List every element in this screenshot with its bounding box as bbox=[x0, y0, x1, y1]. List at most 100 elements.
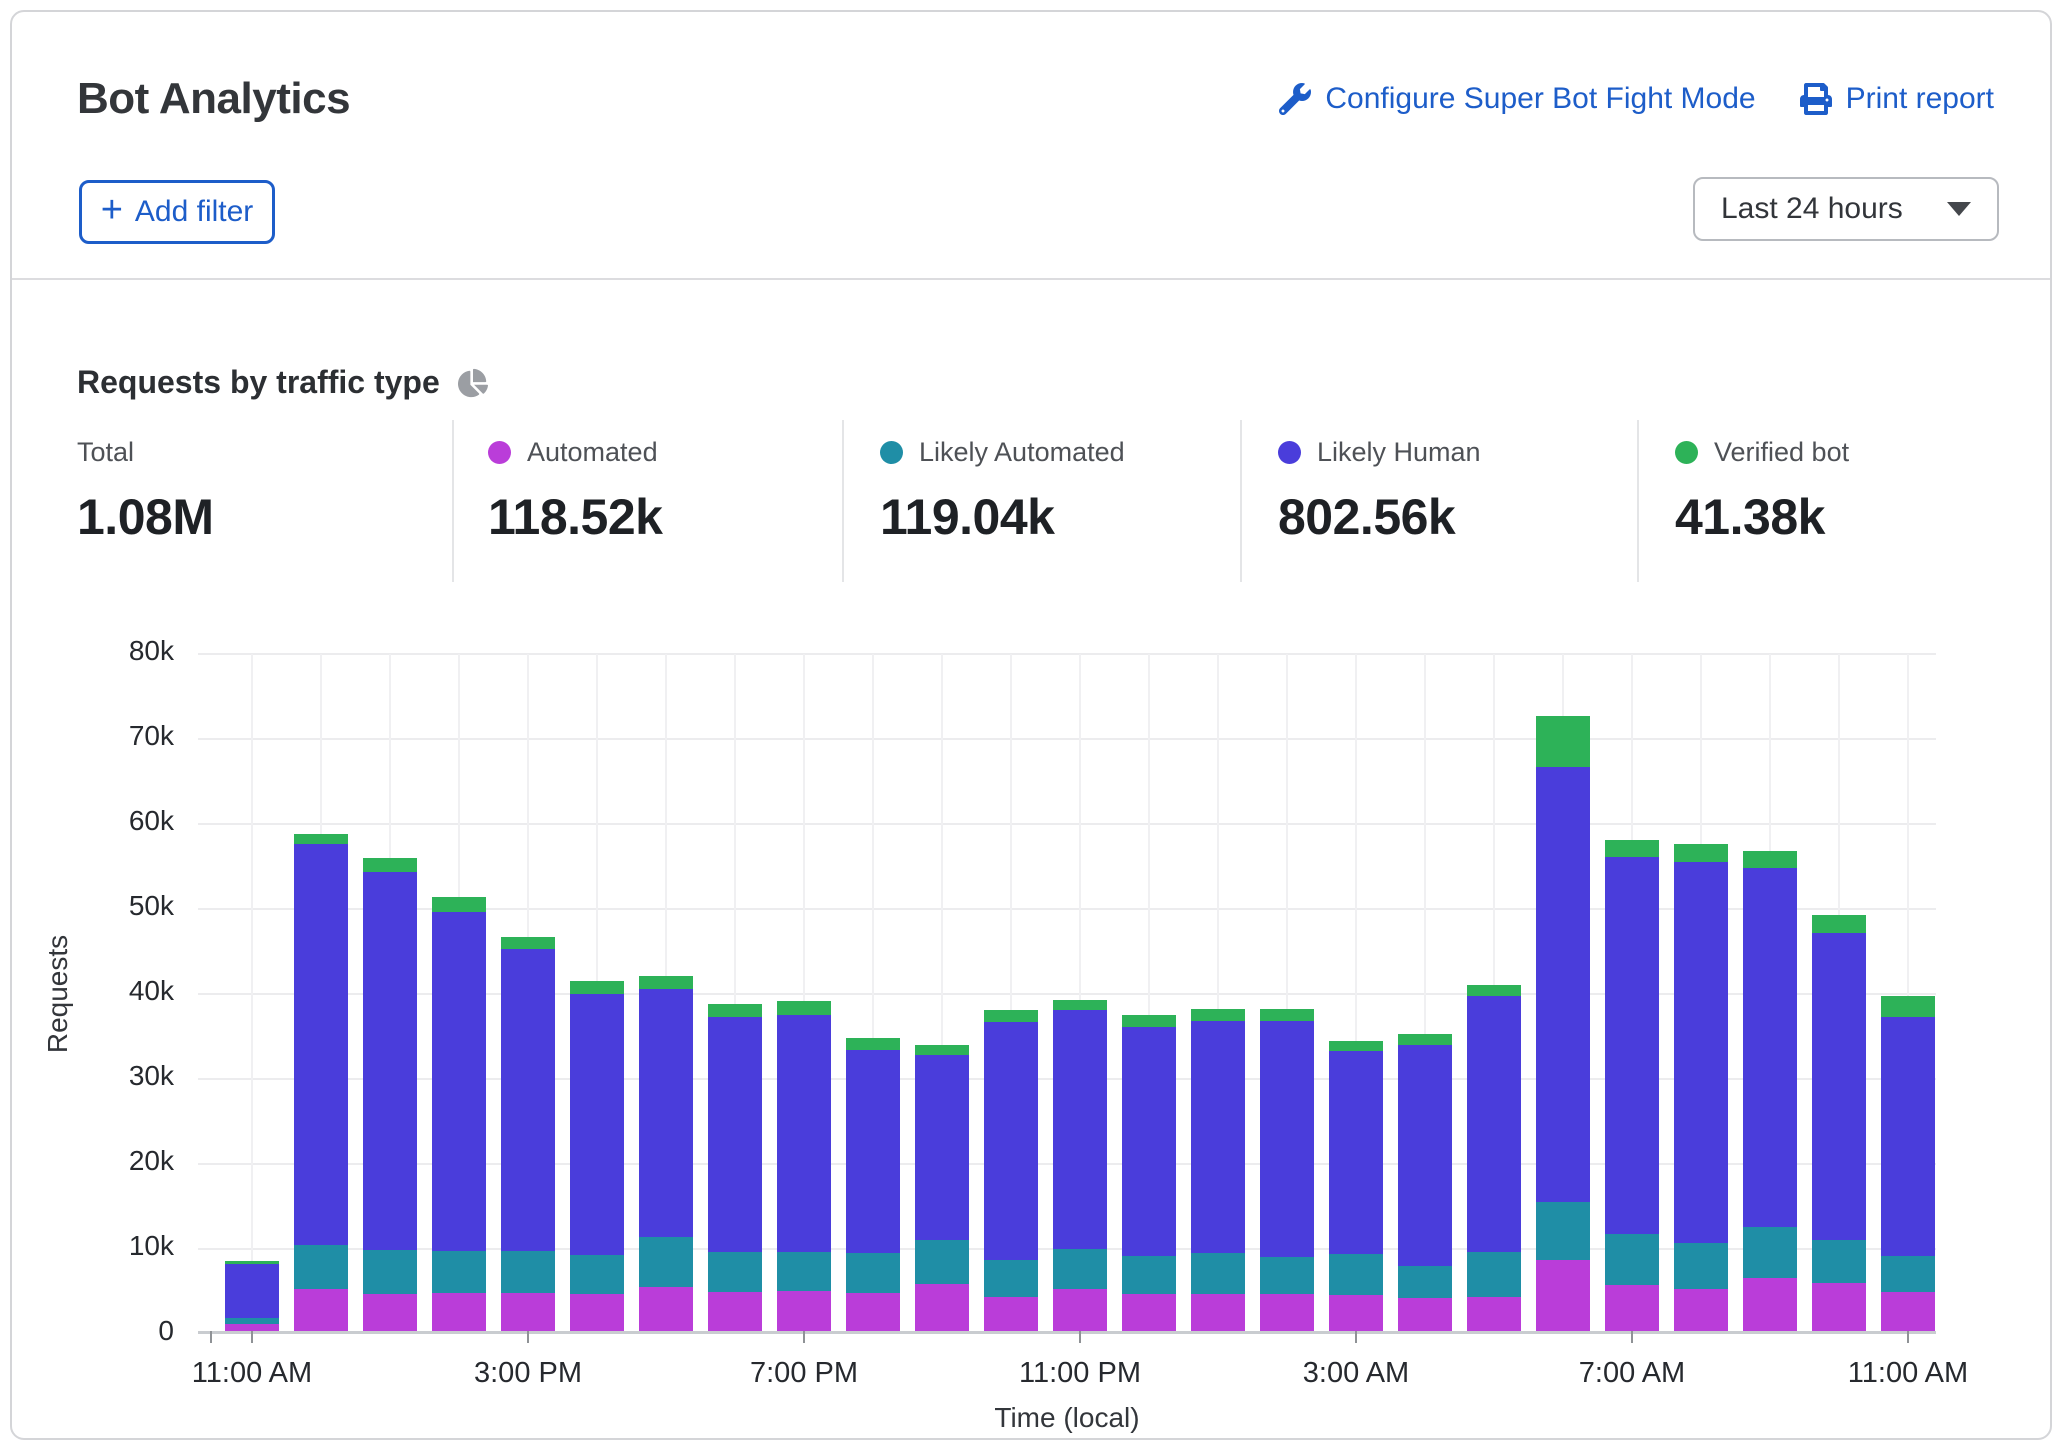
bar-800pm[interactable] bbox=[846, 1038, 900, 1331]
bar-segment-likely_human bbox=[1812, 933, 1866, 1240]
x-axis-title: Time (local) bbox=[198, 1402, 1936, 1434]
bar-1000pm[interactable] bbox=[984, 1010, 1038, 1331]
bar-500pm[interactable] bbox=[639, 976, 693, 1331]
x-tick bbox=[1079, 1331, 1081, 1343]
bar-segment-verified_bot bbox=[1605, 840, 1659, 857]
bar-segment-likely_automated bbox=[1743, 1227, 1797, 1278]
bar-segment-likely_automated bbox=[1398, 1266, 1452, 1298]
bar-segment-automated bbox=[639, 1287, 693, 1331]
stat-label: Likely Automated bbox=[919, 437, 1125, 468]
bar-300pm[interactable] bbox=[501, 937, 555, 1331]
bar-segment-likely_automated bbox=[1329, 1254, 1383, 1296]
bar-600am[interactable] bbox=[1536, 716, 1590, 1331]
stat-value: 118.52k bbox=[488, 488, 662, 546]
bar-700pm[interactable] bbox=[777, 1001, 831, 1331]
bar-segment-likely_human bbox=[1260, 1021, 1314, 1257]
bar-1100am[interactable] bbox=[1881, 996, 1935, 1331]
bar-segment-likely_automated bbox=[1605, 1234, 1659, 1285]
stat-value: 802.56k bbox=[1278, 488, 1481, 546]
y-tick-label: 50k bbox=[48, 890, 174, 922]
bar-segment-likely_human bbox=[639, 989, 693, 1236]
bar-800am[interactable] bbox=[1674, 844, 1728, 1331]
bar-segment-likely_human bbox=[1881, 1017, 1935, 1257]
y-tick-label: 80k bbox=[48, 635, 174, 667]
bar-segment-likely_automated bbox=[570, 1255, 624, 1294]
bar-segment-verified_bot bbox=[501, 937, 555, 949]
bar-segment-verified_bot bbox=[570, 981, 624, 994]
bar-segment-verified_bot bbox=[915, 1045, 969, 1054]
x-tick bbox=[1907, 1331, 1909, 1343]
bar-segment-likely_human bbox=[1122, 1027, 1176, 1257]
bar-segment-verified_bot bbox=[225, 1261, 279, 1264]
configure-link-label: Configure Super Bot Fight Mode bbox=[1325, 82, 1755, 116]
stat-label: Verified bot bbox=[1714, 437, 1849, 468]
bar-segment-likely_human bbox=[1467, 996, 1521, 1252]
bar-segment-automated bbox=[1812, 1283, 1866, 1331]
bar-segment-automated bbox=[1881, 1292, 1935, 1331]
bar-100pm[interactable] bbox=[363, 858, 417, 1331]
bar-1200pm[interactable] bbox=[294, 834, 348, 1331]
configure-super-bot-fight-mode-link[interactable]: Configure Super Bot Fight Mode bbox=[1279, 82, 1755, 116]
bar-400am[interactable] bbox=[1398, 1034, 1452, 1331]
x-tick-label: 7:00 PM bbox=[674, 1357, 934, 1390]
bar-segment-likely_automated bbox=[984, 1260, 1038, 1297]
stat-likely-human: Likely Human 802.56k bbox=[1278, 432, 1481, 546]
bar-500am[interactable] bbox=[1467, 985, 1521, 1331]
bar-700am[interactable] bbox=[1605, 840, 1659, 1331]
x-tick bbox=[803, 1331, 805, 1343]
x-tick-label: 3:00 AM bbox=[1226, 1357, 1486, 1390]
print-report-link[interactable]: Print report bbox=[1800, 82, 1994, 116]
bar-segment-automated bbox=[501, 1293, 555, 1331]
bar-segment-verified_bot bbox=[1260, 1009, 1314, 1021]
stat-label: Automated bbox=[527, 437, 658, 468]
bar-900pm[interactable] bbox=[915, 1045, 969, 1331]
bar-400pm[interactable] bbox=[570, 981, 624, 1331]
bar-segment-verified_bot bbox=[1053, 1000, 1107, 1010]
bar-segment-verified_bot bbox=[1467, 985, 1521, 996]
bar-1100pm[interactable] bbox=[1053, 1000, 1107, 1332]
bar-1100am[interactable] bbox=[225, 1261, 279, 1331]
bar-segment-verified_bot bbox=[639, 976, 693, 990]
x-tick bbox=[527, 1331, 529, 1343]
bar-segment-likely_human bbox=[1743, 868, 1797, 1228]
bar-segment-automated bbox=[1329, 1295, 1383, 1331]
bar-100am[interactable] bbox=[1191, 1009, 1245, 1331]
bar-segment-likely_human bbox=[363, 872, 417, 1250]
bar-1000am[interactable] bbox=[1812, 915, 1866, 1332]
bar-segment-automated bbox=[984, 1297, 1038, 1331]
bar-segment-verified_bot bbox=[1743, 851, 1797, 868]
bar-segment-automated bbox=[1260, 1294, 1314, 1331]
stat-divider bbox=[842, 420, 844, 582]
gridline bbox=[251, 654, 253, 1331]
stat-value: 119.04k bbox=[880, 488, 1125, 546]
header-links: Configure Super Bot Fight Mode Print rep… bbox=[1279, 82, 1994, 116]
bar-200pm[interactable] bbox=[432, 897, 486, 1331]
bar-segment-likely_automated bbox=[777, 1252, 831, 1291]
bar-300am[interactable] bbox=[1329, 1041, 1383, 1331]
bar-segment-likely_automated bbox=[1674, 1243, 1728, 1288]
bar-segment-automated bbox=[1743, 1278, 1797, 1331]
bar-segment-verified_bot bbox=[777, 1001, 831, 1015]
x-tick-label: 11:00 PM bbox=[950, 1357, 1210, 1390]
bar-segment-likely_human bbox=[1398, 1045, 1452, 1265]
bar-segment-likely_automated bbox=[501, 1251, 555, 1293]
legend-dot-likely-automated bbox=[880, 441, 903, 464]
bar-600pm[interactable] bbox=[708, 1004, 762, 1331]
bar-segment-likely_automated bbox=[1191, 1253, 1245, 1294]
time-range-select[interactable]: Last 24 hours bbox=[1693, 177, 1999, 241]
bar-segment-likely_human bbox=[777, 1015, 831, 1252]
bar-1200am[interactable] bbox=[1122, 1015, 1176, 1331]
bar-segment-likely_human bbox=[1605, 857, 1659, 1234]
bar-segment-automated bbox=[846, 1293, 900, 1331]
bar-segment-likely_automated bbox=[1260, 1257, 1314, 1294]
y-tick-label: 30k bbox=[48, 1060, 174, 1092]
bar-segment-automated bbox=[432, 1293, 486, 1331]
print-link-label: Print report bbox=[1846, 82, 1994, 116]
stat-divider bbox=[1637, 420, 1639, 582]
requests-by-traffic-type-chart: Requests Time (local) 010k20k30k40k50k60… bbox=[198, 654, 1936, 1334]
bar-900am[interactable] bbox=[1743, 851, 1797, 1331]
bar-200am[interactable] bbox=[1260, 1009, 1314, 1331]
bar-segment-automated bbox=[915, 1284, 969, 1331]
bar-segment-likely_human bbox=[846, 1050, 900, 1253]
add-filter-button[interactable]: + Add filter bbox=[79, 180, 275, 244]
